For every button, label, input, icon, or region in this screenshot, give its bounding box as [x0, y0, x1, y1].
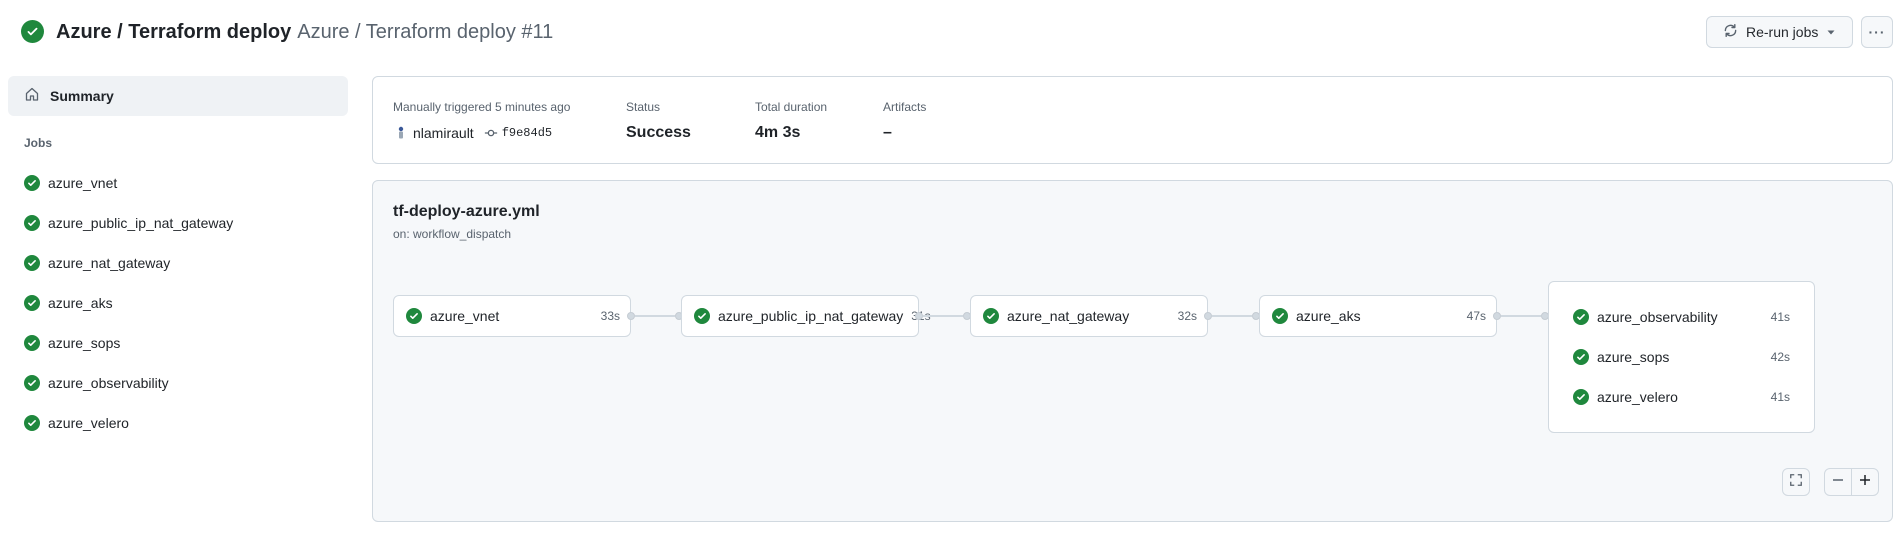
commit-sha-link[interactable]: f9e84d5 — [502, 126, 552, 140]
job-name: azure_aks — [48, 295, 113, 311]
check-circle-fill-icon — [406, 308, 422, 324]
status-info: Status Success — [626, 99, 691, 143]
graph-job-node[interactable]: azure_vnet 33s — [393, 295, 631, 337]
sync-icon — [1723, 23, 1738, 41]
graph-job-node[interactable]: azure_velero 41s — [1549, 377, 1814, 417]
status-value: Success — [626, 124, 691, 141]
connector-line — [923, 315, 963, 317]
kebab-horizontal-icon: ··· — [1868, 24, 1886, 40]
graph-job-node[interactable]: azure_nat_gateway 32s — [970, 295, 1208, 337]
git-commit-icon — [484, 126, 498, 140]
status-label: Status — [626, 100, 661, 114]
connector-dot — [1204, 312, 1212, 320]
graph-job-node[interactable]: azure_sops 42s — [1549, 337, 1814, 377]
artifacts-label: Artifacts — [883, 100, 927, 114]
run-title: Azure / Terraform deploy #11 — [297, 21, 554, 43]
actor-link[interactable]: nlamirault — [413, 125, 474, 141]
artifacts-info: Artifacts – — [883, 99, 926, 143]
duration-label: Total duration — [755, 100, 828, 114]
job-duration: 41s — [1770, 310, 1790, 324]
check-circle-fill-icon — [983, 308, 999, 324]
check-circle-fill-icon — [24, 295, 40, 311]
check-circle-fill-icon — [21, 20, 44, 43]
sidebar-job-item[interactable]: azure_velero — [8, 407, 348, 439]
fullscreen-button[interactable] — [1782, 468, 1810, 496]
home-icon — [24, 86, 40, 107]
zoom-in-button[interactable] — [1851, 468, 1879, 496]
check-circle-fill-icon — [24, 375, 40, 391]
job-duration: 33s — [600, 309, 620, 323]
connector-dot — [627, 312, 635, 320]
sidebar-job-item[interactable]: azure_aks — [8, 287, 348, 319]
job-name: azure_nat_gateway — [1007, 308, 1130, 324]
check-circle-fill-icon — [1573, 309, 1589, 325]
sidebar-job-item[interactable]: azure_observability — [8, 367, 348, 399]
connector-line — [635, 315, 675, 317]
job-duration: 41s — [1770, 390, 1790, 404]
workflow-graph: tf-deploy-azure.yml on: workflow_dispatc… — [372, 180, 1893, 522]
job-name: azure_observability — [48, 375, 169, 391]
workflow-trigger: on: workflow_dispatch — [393, 227, 512, 241]
zoom-out-button[interactable] — [1824, 468, 1852, 496]
job-name: azure_nat_gateway — [48, 255, 171, 271]
trigger-label: Manually triggered 5 minutes ago — [393, 100, 571, 114]
job-name: azure_vnet — [430, 308, 500, 324]
job-duration: 47s — [1466, 309, 1486, 323]
check-circle-fill-icon — [1573, 349, 1589, 365]
run-summary-card: Manually triggered 5 minutes ago nlamira… — [372, 76, 1893, 164]
sidebar-item-summary[interactable]: Summary — [8, 76, 348, 116]
sidebar-job-item[interactable]: azure_sops — [8, 327, 348, 359]
workflow-file-name[interactable]: tf-deploy-azure.yml — [393, 203, 540, 221]
connector-line — [1212, 315, 1252, 317]
check-circle-fill-icon — [24, 415, 40, 431]
rerun-jobs-button[interactable]: Re-run jobs — [1706, 16, 1853, 48]
sidebar-job-item[interactable]: azure_vnet — [8, 167, 348, 199]
avatar[interactable] — [393, 125, 409, 141]
workflow-name[interactable]: Azure / Terraform deploy — [56, 21, 291, 43]
plus-icon — [1859, 473, 1871, 491]
check-circle-fill-icon — [1272, 308, 1288, 324]
job-name: azure_velero — [1597, 389, 1678, 405]
check-circle-fill-icon — [24, 215, 40, 231]
rerun-jobs-label: Re-run jobs — [1746, 24, 1819, 40]
trigger-info: Manually triggered 5 minutes ago nlamira… — [393, 99, 570, 143]
job-name: azure_public_ip_nat_gateway — [48, 215, 234, 231]
dash-icon — [1832, 473, 1844, 491]
sidebar-job-item[interactable]: azure_nat_gateway — [8, 247, 348, 279]
artifacts-value: – — [883, 124, 892, 141]
graph-job-node[interactable]: azure_aks 47s — [1259, 295, 1497, 337]
duration-value: 4m 3s — [755, 124, 801, 141]
job-name: azure_observability — [1597, 309, 1718, 325]
sidebar-job-item[interactable]: azure_public_ip_nat_gateway — [8, 207, 348, 239]
page-title: Azure / Terraform deploy Azure / Terrafor… — [56, 19, 553, 45]
check-circle-fill-icon — [24, 175, 40, 191]
connector-dot — [1493, 312, 1501, 320]
check-circle-fill-icon — [694, 308, 710, 324]
job-name: azure_public_ip_nat_gateway — [718, 308, 904, 324]
connector-line — [1501, 315, 1541, 317]
job-name: azure_vnet — [48, 175, 118, 191]
check-circle-fill-icon — [24, 255, 40, 271]
job-duration: 32s — [1177, 309, 1197, 323]
jobs-heading: Jobs — [24, 136, 53, 150]
job-duration: 42s — [1770, 350, 1790, 364]
duration-info: Total duration 4m 3s — [755, 99, 827, 143]
job-group: azure_observability 41s azure_sops 42s a… — [1548, 281, 1815, 433]
more-options-button[interactable]: ··· — [1861, 16, 1893, 48]
check-circle-fill-icon — [24, 335, 40, 351]
graph-job-node[interactable]: azure_observability 41s — [1549, 297, 1814, 337]
screen-full-icon — [1789, 473, 1803, 492]
sidebar-item-label: Summary — [50, 88, 114, 104]
run-header: Azure / Terraform deploy Azure / Terrafor… — [0, 0, 1903, 64]
graph-job-node[interactable]: azure_public_ip_nat_gateway 31s — [681, 295, 931, 337]
connector-dot — [915, 312, 923, 320]
job-name: azure_velero — [48, 415, 129, 431]
check-circle-fill-icon — [1573, 389, 1589, 405]
job-name: azure_aks — [1296, 308, 1361, 324]
job-name: azure_sops — [1597, 349, 1670, 365]
job-name: azure_sops — [48, 335, 121, 351]
triangle-down-icon — [1826, 24, 1836, 40]
